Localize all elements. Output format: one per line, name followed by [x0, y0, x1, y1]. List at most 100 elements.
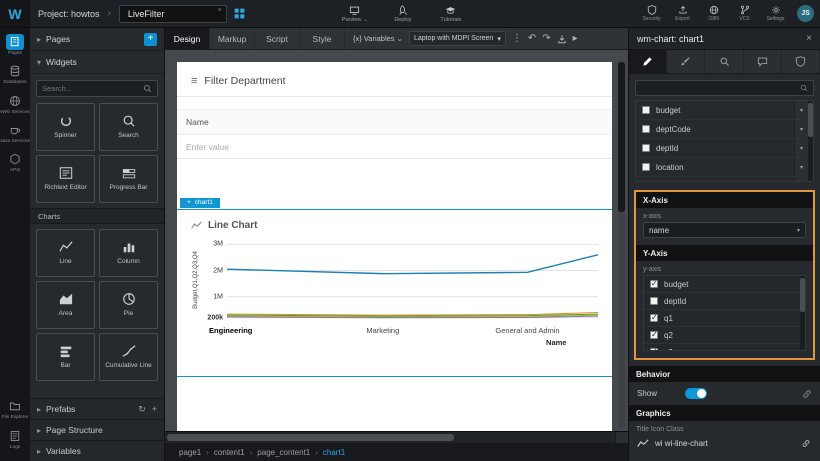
- widget-tile-spinner[interactable]: Spinner: [36, 103, 95, 151]
- tab-style[interactable]: Style: [300, 28, 345, 49]
- rail-item-pages[interactable]: Pages: [0, 34, 30, 56]
- tab-inspect[interactable]: [705, 50, 743, 73]
- widget-tile-cumulative-line[interactable]: Cumulative Line: [99, 333, 158, 381]
- chevron-down-icon[interactable]: ▾: [794, 101, 808, 119]
- page-structure-section-header[interactable]: ▸ Page Structure: [30, 419, 164, 440]
- widget-tile-pie[interactable]: Pie: [99, 281, 158, 329]
- checkbox[interactable]: [642, 163, 650, 171]
- hamburger-icon[interactable]: ≡: [191, 75, 197, 87]
- undo-icon[interactable]: ↶: [528, 33, 536, 44]
- widget-tile-progress-bar[interactable]: Progress Bar: [99, 155, 158, 203]
- widget-tile-search[interactable]: Search: [99, 103, 158, 151]
- checkbox[interactable]: [650, 331, 658, 339]
- add-prefab-icon[interactable]: +: [152, 404, 157, 415]
- show-toggle[interactable]: [685, 388, 707, 399]
- tab-design[interactable]: Design: [165, 28, 210, 49]
- i18n-button[interactable]: I18N: [700, 5, 727, 22]
- variables-section-header[interactable]: ▸ Variables: [30, 440, 164, 461]
- security-label: Security: [642, 16, 660, 22]
- tab-styles[interactable]: [667, 50, 705, 73]
- grid-view-icon[interactable]: [233, 7, 246, 20]
- tutorials-button[interactable]: Tutorials: [434, 5, 468, 23]
- export-icon: [678, 5, 688, 15]
- tab-security[interactable]: [782, 50, 820, 73]
- preview-button[interactable]: Preview⌄: [338, 5, 372, 23]
- widget-tile-line[interactable]: Line: [36, 229, 95, 277]
- checkbox[interactable]: [642, 144, 650, 152]
- canvas-vertical-scrollbar[interactable]: [618, 62, 625, 429]
- chart-widget-selection[interactable]: + chart1 Line Chart Budget,Q1,Q2,Q3,Q4 3…: [177, 209, 612, 377]
- breadcrumb-page-content1[interactable]: page_content1: [257, 448, 310, 457]
- checkbox[interactable]: [650, 297, 658, 305]
- settings-button[interactable]: Settings: [762, 5, 789, 22]
- x-axis-select[interactable]: name ▾: [643, 222, 806, 238]
- breadcrumb-chart1[interactable]: chart1: [323, 448, 345, 457]
- selection-tag[interactable]: + chart1: [180, 198, 220, 208]
- rail-item-logs[interactable]: Logs: [0, 428, 30, 450]
- breadcrumb-content1[interactable]: content1: [214, 448, 245, 457]
- widget-tile-column[interactable]: Column: [99, 229, 158, 277]
- rail-item-apis[interactable]: APIs: [0, 151, 30, 173]
- rail-item-file-explorer[interactable]: File Explorer: [0, 398, 30, 420]
- close-icon[interactable]: ×: [218, 7, 222, 14]
- checkbox[interactable]: [642, 125, 650, 133]
- tab-events[interactable]: [744, 50, 782, 73]
- scrollbar-thumb[interactable]: [167, 434, 454, 441]
- variables-dropdown[interactable]: {x} Variables ⌄: [353, 34, 403, 43]
- bind-link-icon[interactable]: [800, 439, 812, 448]
- user-avatar[interactable]: JS: [797, 5, 814, 22]
- name-filter-input[interactable]: [186, 142, 603, 152]
- kebab-menu-icon[interactable]: ⋮: [512, 33, 522, 44]
- chevron-right-icon: ›: [206, 448, 209, 457]
- property-search-input[interactable]: [641, 84, 800, 93]
- chevron-down-icon[interactable]: ▾: [794, 139, 808, 157]
- widgets-section-header[interactable]: ▾ Widgets: [30, 51, 164, 74]
- export-button[interactable]: Export: [669, 5, 696, 22]
- tab-properties[interactable]: [629, 50, 667, 73]
- checkbox[interactable]: [650, 314, 658, 322]
- page-preview[interactable]: ≡ Filter Department Name + chart1 Line C…: [177, 62, 612, 431]
- chevron-down-icon[interactable]: ▾: [794, 177, 808, 182]
- widget-tile-richtext-editor[interactable]: Richtext Editor: [36, 155, 95, 203]
- prefabs-section-header[interactable]: ▸ Prefabs ↻ +: [30, 398, 164, 419]
- list-scrollbar[interactable]: [800, 276, 805, 350]
- widget-search-input[interactable]: [42, 84, 143, 93]
- list-scrollbar[interactable]: [808, 101, 813, 181]
- tab-markup[interactable]: Markup: [210, 28, 255, 49]
- rail-label: Web Services: [0, 110, 30, 115]
- chevron-down-icon[interactable]: ⌄: [363, 17, 368, 23]
- device-selector[interactable]: Laptop with MDPI Screen ▾: [409, 31, 506, 46]
- scrollbar-thumb[interactable]: [800, 278, 805, 312]
- design-canvas[interactable]: ≡ Filter Department Name + chart1 Line C…: [165, 50, 628, 431]
- widget-tile-area[interactable]: Area: [36, 281, 95, 329]
- checkbox[interactable]: [650, 348, 658, 351]
- rail-item-databases[interactable]: Databases: [0, 63, 30, 85]
- richtext-icon: [56, 166, 76, 180]
- run-icon[interactable]: ▸: [573, 33, 578, 44]
- pages-section-header[interactable]: ▸ Pages +: [30, 28, 164, 51]
- wavemaker-logo-icon[interactable]: W: [0, 0, 30, 27]
- chevron-down-icon[interactable]: ▾: [794, 120, 808, 138]
- tab-script[interactable]: Script: [255, 28, 300, 49]
- rail-item-web-services[interactable]: Web Services: [0, 93, 30, 115]
- scrollbar-thumb[interactable]: [618, 62, 625, 212]
- rail-item-java-services[interactable]: Java Services: [0, 122, 30, 144]
- bind-link-icon[interactable]: [802, 389, 812, 399]
- shield-icon: [647, 5, 657, 15]
- chevron-down-icon[interactable]: ▾: [794, 158, 808, 176]
- checkbox[interactable]: [642, 106, 650, 114]
- breadcrumb-page1[interactable]: page1: [179, 448, 201, 457]
- security-button[interactable]: Security: [638, 5, 665, 22]
- checkbox[interactable]: [650, 280, 658, 288]
- import-icon[interactable]: [557, 34, 567, 44]
- page-selector[interactable]: LiveFilter ×: [119, 5, 227, 23]
- redo-icon[interactable]: ↷: [542, 33, 550, 44]
- refresh-icon[interactable]: ↻: [138, 404, 146, 415]
- add-page-button[interactable]: +: [144, 33, 157, 46]
- close-icon[interactable]: ×: [806, 33, 812, 44]
- scrollbar-thumb[interactable]: [808, 103, 813, 137]
- vcs-button[interactable]: VCS: [731, 5, 758, 22]
- canvas-horizontal-scrollbar[interactable]: [165, 431, 628, 443]
- deploy-button[interactable]: Deploy: [386, 5, 420, 23]
- widget-tile-bar[interactable]: Bar: [36, 333, 95, 381]
